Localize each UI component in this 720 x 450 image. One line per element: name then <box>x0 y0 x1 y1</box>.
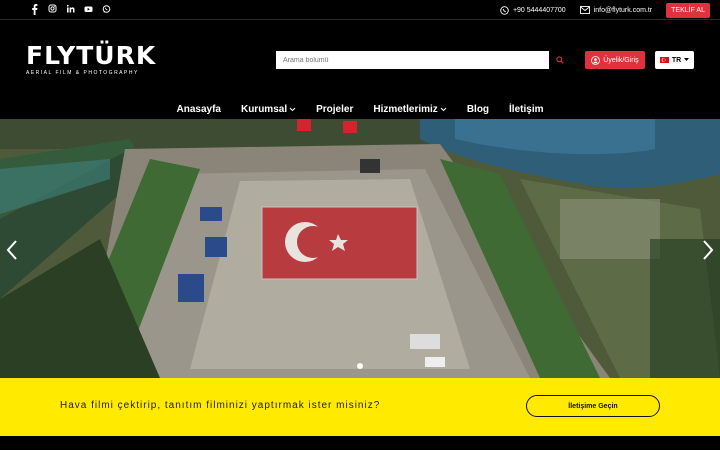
email-contact[interactable]: info@flyturk.com.tr <box>579 6 653 14</box>
chevron-down-icon <box>440 107 447 112</box>
phone-number: +90 5444407700 <box>512 6 566 14</box>
slider-prev-arrow[interactable] <box>5 239 19 261</box>
nav-label: Projeler <box>316 104 354 115</box>
nav-item-services[interactable]: Hizmetlerimiz <box>373 104 447 115</box>
nav-label: Anasayfa <box>176 104 221 115</box>
caret-down-icon <box>684 58 690 61</box>
nav-item-projects[interactable]: Projeler <box>316 104 353 115</box>
envelope-icon <box>579 6 590 14</box>
header: FLYTÜRK AERIAL FILM & PHOTOGRAPHY Üyelik… <box>0 21 720 100</box>
nav-item-blog[interactable]: Blog <box>467 104 489 115</box>
main-nav: Anasayfa Kurumsal Projeler Hizmetlerimiz… <box>0 100 720 119</box>
logo[interactable]: FLYTÜRK AERIAL FILM & PHOTOGRAPHY <box>26 43 156 76</box>
page-bottom <box>0 436 720 450</box>
whatsapp-icon[interactable] <box>102 3 111 15</box>
linkedin-icon[interactable] <box>66 3 75 15</box>
hero-slider <box>0 119 720 378</box>
nav-item-corporate[interactable]: Kurumsal <box>241 104 296 115</box>
contact-cta-button[interactable]: İletişime Geçin <box>526 395 660 417</box>
social-links <box>30 3 111 15</box>
user-icon <box>591 55 601 65</box>
search-input[interactable] <box>276 51 549 69</box>
nav-label: Kurumsal <box>240 104 288 115</box>
logo-main-text: FLYTÜRK <box>26 41 157 70</box>
phone-contact[interactable]: +90 5444407700 <box>500 5 566 15</box>
nav-item-contact[interactable]: İletişim <box>509 104 543 115</box>
top-bar: +90 5444407700 info@flyturk.com.tr TEKLİ… <box>0 0 720 20</box>
nav-item-home[interactable]: Anasayfa <box>177 104 221 115</box>
contact-bar: +90 5444407700 info@flyturk.com.tr TEKLİ… <box>500 2 710 18</box>
search-bar <box>276 51 571 69</box>
language-label: TR <box>671 56 682 64</box>
login-label: Üyelik/Giriş <box>603 56 639 64</box>
cta-text: Hava filmi çektirip, tanıtım filminizi y… <box>60 400 381 411</box>
facebook-icon[interactable] <box>30 3 39 15</box>
nav-label: Blog <box>466 104 490 115</box>
phone-icon <box>500 5 509 15</box>
search-icon <box>556 56 564 64</box>
hero-aerial-image <box>0 119 720 378</box>
email-address: info@flyturk.com.tr <box>593 6 653 14</box>
cta-banner: Hava filmi çektirip, tanıtım filminizi y… <box>0 378 720 436</box>
offer-button[interactable]: TEKLİF AL <box>666 2 710 18</box>
language-selector[interactable]: TR <box>655 51 694 69</box>
turkey-flag-icon <box>659 57 669 63</box>
search-button[interactable] <box>549 51 571 69</box>
nav-label: Hizmetlerimiz <box>373 104 438 115</box>
slider-next-arrow[interactable] <box>701 239 715 261</box>
nav-label: İletişim <box>509 104 544 115</box>
chevron-down-icon <box>289 107 296 112</box>
logo-subtitle: AERIAL FILM & PHOTOGRAPHY <box>26 70 139 76</box>
youtube-icon[interactable] <box>84 3 93 15</box>
slider-dot-active[interactable] <box>357 363 363 369</box>
login-button[interactable]: Üyelik/Giriş <box>585 51 645 69</box>
instagram-icon[interactable] <box>48 3 57 15</box>
